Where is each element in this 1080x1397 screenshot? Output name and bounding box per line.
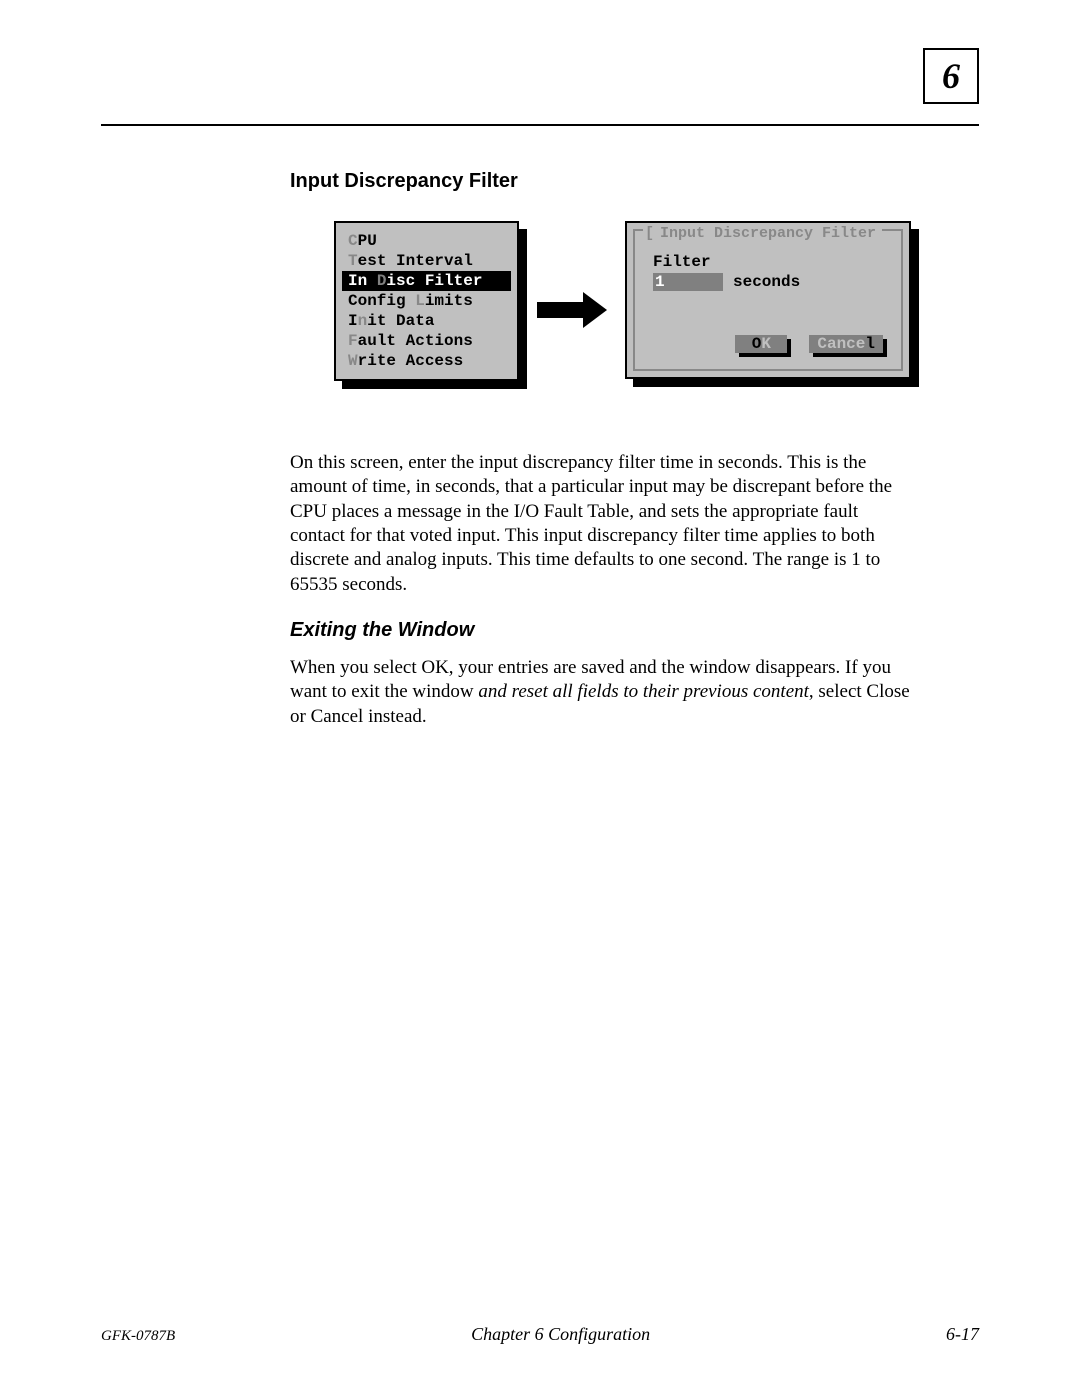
doc-id: GFK-0787B xyxy=(101,1328,175,1345)
chapter-number: 6 xyxy=(942,55,960,97)
ok-button-label: K xyxy=(761,335,771,353)
filter-input[interactable]: 1 xyxy=(653,273,723,291)
hotkey: W xyxy=(348,352,358,370)
chapter-number-box: 6 xyxy=(923,48,979,104)
hotkey: F xyxy=(348,332,358,350)
menu-item-label: PU xyxy=(358,232,377,250)
cancel-button-label: Cance xyxy=(817,335,865,353)
menu-item-leader: In xyxy=(348,272,377,290)
menu-item-cpu[interactable]: CPU xyxy=(336,231,517,251)
menu-item-label: est Interval xyxy=(358,252,473,270)
menu-item-config-limits[interactable]: Config Limits xyxy=(336,291,517,311)
menu-item-label: imits xyxy=(425,292,473,310)
menu-item-label: ault Actions xyxy=(358,332,473,350)
dialog-title: Input Discrepancy Filter xyxy=(654,225,882,242)
cancel-button[interactable]: Cancel xyxy=(809,335,883,353)
content-area: Input Discrepancy Filter CPU Test Interv… xyxy=(290,170,910,751)
menu-item-label: rite Access xyxy=(358,352,464,370)
arrow-cell xyxy=(537,221,607,391)
hotkey: D xyxy=(377,272,387,290)
body-paragraph: On this screen, enter the input discrepa… xyxy=(290,451,910,597)
dialog-body: Filter 1 seconds OK Ca xyxy=(653,253,883,359)
menu-item-write-access[interactable]: Write Access xyxy=(336,351,517,371)
menu-panel: CPU Test Interval In Disc Filter Config … xyxy=(334,221,519,381)
hotkey: n xyxy=(358,312,368,330)
hotkey: l xyxy=(865,335,875,353)
menu-panel-wrap: CPU Test Interval In Disc Filter Config … xyxy=(334,221,519,381)
menu-item-init-data[interactable]: Init Data xyxy=(336,311,517,331)
dialog-title-row: [ ] Input Discrepancy Filter xyxy=(633,229,903,243)
arrow-head xyxy=(583,292,607,328)
arrow-icon xyxy=(537,292,607,328)
menu-item-label: isc Filter xyxy=(386,272,482,290)
menu-item-label: it Data xyxy=(367,312,434,330)
menu-item-in-disc-filter[interactable]: In Disc Filter xyxy=(342,271,511,291)
page-footer: GFK-0787B Chapter 6 Configuration 6-17 xyxy=(101,1324,979,1345)
section-title: Input Discrepancy Filter xyxy=(290,170,910,193)
cancel-button-wrap: Cancel xyxy=(809,335,883,353)
arrow-stem xyxy=(537,302,583,318)
filter-row: 1 seconds xyxy=(653,273,883,291)
menu-item-leader: Config xyxy=(348,292,415,310)
button-row: OK Cancel xyxy=(735,335,883,353)
dialog-frame: [ ] Input Discrepancy Filter Filter 1 se… xyxy=(633,229,903,371)
ok-button-wrap: OK xyxy=(735,335,787,353)
seconds-label: seconds xyxy=(733,273,800,291)
exit-paragraph: When you select OK, your entries are sav… xyxy=(290,656,910,729)
chapter-line: Chapter 6 Configuration xyxy=(471,1324,650,1345)
page-number: 6-17 xyxy=(946,1324,979,1345)
dialog-panel-wrap: [ ] Input Discrepancy Filter Filter 1 se… xyxy=(625,221,911,379)
figure: CPU Test Interval In Disc Filter Config … xyxy=(334,221,910,391)
menu-item-test-interval[interactable]: Test Interval xyxy=(336,251,517,271)
ok-button[interactable]: OK xyxy=(735,335,787,353)
exit-paragraph-em: and reset all fields to their previous c… xyxy=(478,681,809,702)
hotkey: C xyxy=(348,232,358,250)
menu-item-leader: I xyxy=(348,312,358,330)
hotkey: L xyxy=(415,292,425,310)
header-rule xyxy=(101,124,979,126)
filter-label: Filter xyxy=(653,253,883,271)
hotkey: O xyxy=(752,335,762,353)
subheading-exiting: Exiting the Window xyxy=(290,619,910,642)
hotkey: T xyxy=(348,252,358,270)
dialog-panel: [ ] Input Discrepancy Filter Filter 1 se… xyxy=(625,221,911,379)
menu-item-fault-actions[interactable]: Fault Actions xyxy=(336,331,517,351)
